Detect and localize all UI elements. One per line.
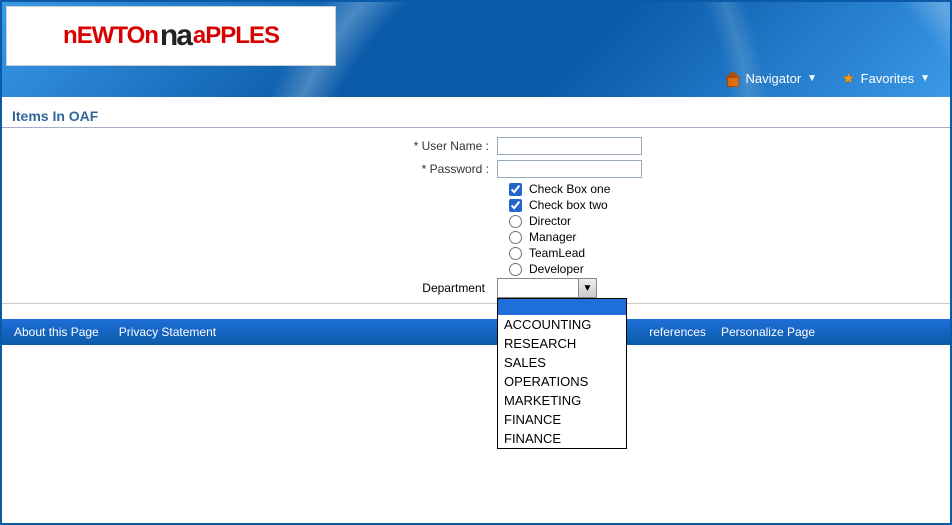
department-label: Department [12,281,497,295]
radio-developer-input[interactable] [509,263,522,276]
top-menu: Navigator ▼ ★ Favorites ▼ [726,70,930,87]
department-option[interactable]: OPERATIONS [498,372,626,391]
content: * User Name : * Password : Check Box one… [2,136,950,298]
logo: nEWTOn na aPPLES [6,6,336,66]
checkbox-one-input[interactable] [509,183,522,196]
department-option[interactable]: RESEARCH [498,334,626,353]
checkbox-two-label: Check box two [529,198,608,212]
radio-teamlead[interactable]: TeamLead [509,246,585,260]
radio-manager-label: Manager [529,230,576,244]
radio-row-teamlead: TeamLead [12,246,940,260]
preferences-link[interactable]: references [649,325,706,339]
password-input[interactable] [497,160,642,178]
personalize-link[interactable]: Personalize Page [721,325,815,339]
radio-row-director: Director [12,214,940,228]
radio-manager-input[interactable] [509,231,522,244]
username-input[interactable] [497,137,642,155]
department-option[interactable]: SALES [498,353,626,372]
checkbox1-row: Check Box one [12,182,940,196]
logo-text-1: nEWTOn [63,22,158,50]
checkbox-two[interactable]: Check box two [509,198,608,212]
department-row: Department ▼ ACCOUNTING RESEARCH SALES O… [12,278,940,298]
username-row: * User Name : [12,136,940,156]
favorites-menu[interactable]: ★ Favorites ▼ [842,70,930,87]
navigator-menu[interactable]: Navigator ▼ [726,70,818,87]
department-option[interactable]: MARKETING [498,391,626,410]
password-row: * Password : [12,159,940,179]
password-label: * Password : [12,162,497,176]
checkbox-one[interactable]: Check Box one [509,182,610,196]
department-selected-value [498,279,578,297]
star-icon: ★ [842,70,855,87]
chevron-down-icon: ▼ [807,73,817,84]
radio-teamlead-label: TeamLead [529,246,585,260]
radio-director[interactable]: Director [509,214,571,228]
favorites-label: Favorites [861,71,914,86]
home-icon [726,73,740,85]
radio-teamlead-input[interactable] [509,247,522,260]
radio-director-label: Director [529,214,571,228]
radio-row-developer: Developer [12,262,940,276]
footer: About this Page Privacy Statement refere… [2,319,950,345]
radio-manager[interactable]: Manager [509,230,576,244]
radio-developer-label: Developer [529,262,584,276]
department-option[interactable]: ACCOUNTING [498,315,626,334]
chevron-down-icon: ▼ [920,73,930,84]
department-option[interactable]: FINANCE [498,429,626,448]
logo-text-2: aPPLES [193,22,279,50]
privacy-link[interactable]: Privacy Statement [119,325,216,339]
department-options-list: ACCOUNTING RESEARCH SALES OPERATIONS MAR… [497,298,627,449]
radio-developer[interactable]: Developer [509,262,584,276]
checkbox2-row: Check box two [12,198,940,212]
username-label: * User Name : [12,139,497,153]
department-option[interactable]: FINANCE [498,410,626,429]
header: nEWTOn na aPPLES Navigator ▼ ★ Favorites… [2,2,950,97]
logo-text-mid: na [160,19,191,53]
department-dropdown[interactable]: ▼ ACCOUNTING RESEARCH SALES OPERATIONS M… [497,278,597,298]
about-link[interactable]: About this Page [14,325,99,339]
department-display[interactable]: ▼ [497,278,597,298]
department-option[interactable] [498,299,626,315]
chevron-down-icon[interactable]: ▼ [578,279,596,297]
section-title: Items In OAF [2,102,950,128]
radio-row-manager: Manager [12,230,940,244]
navigator-label: Navigator [746,71,802,86]
checkbox-two-input[interactable] [509,199,522,212]
checkbox-one-label: Check Box one [529,182,610,196]
radio-director-input[interactable] [509,215,522,228]
divider [2,303,950,304]
